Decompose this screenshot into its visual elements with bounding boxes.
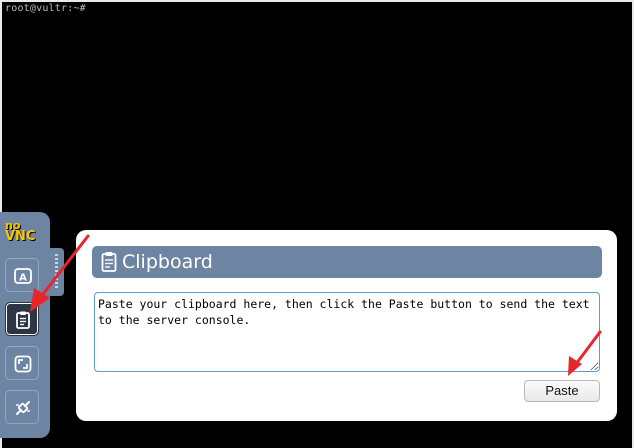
paste-button[interactable]: Paste [524, 380, 600, 402]
disconnect-button[interactable] [5, 390, 39, 424]
annotation-arrow-paste [568, 330, 602, 376]
clipboard-textarea[interactable]: Paste your clipboard here, then click th… [94, 292, 600, 372]
terminal-prompt: root@vultr:~# [5, 3, 86, 14]
clipboard-panel-header: Clipboard [92, 246, 602, 278]
fullscreen-icon [14, 355, 32, 373]
clipboard-panel-title: Clipboard [122, 251, 213, 273]
annotation-arrow-clipboard [30, 234, 90, 312]
clipboard-header-icon [101, 252, 117, 272]
disconnect-icon [16, 401, 30, 415]
fullscreen-button[interactable] [5, 346, 39, 380]
clipboard-panel: Clipboard Paste your clipboard here, the… [76, 230, 617, 421]
